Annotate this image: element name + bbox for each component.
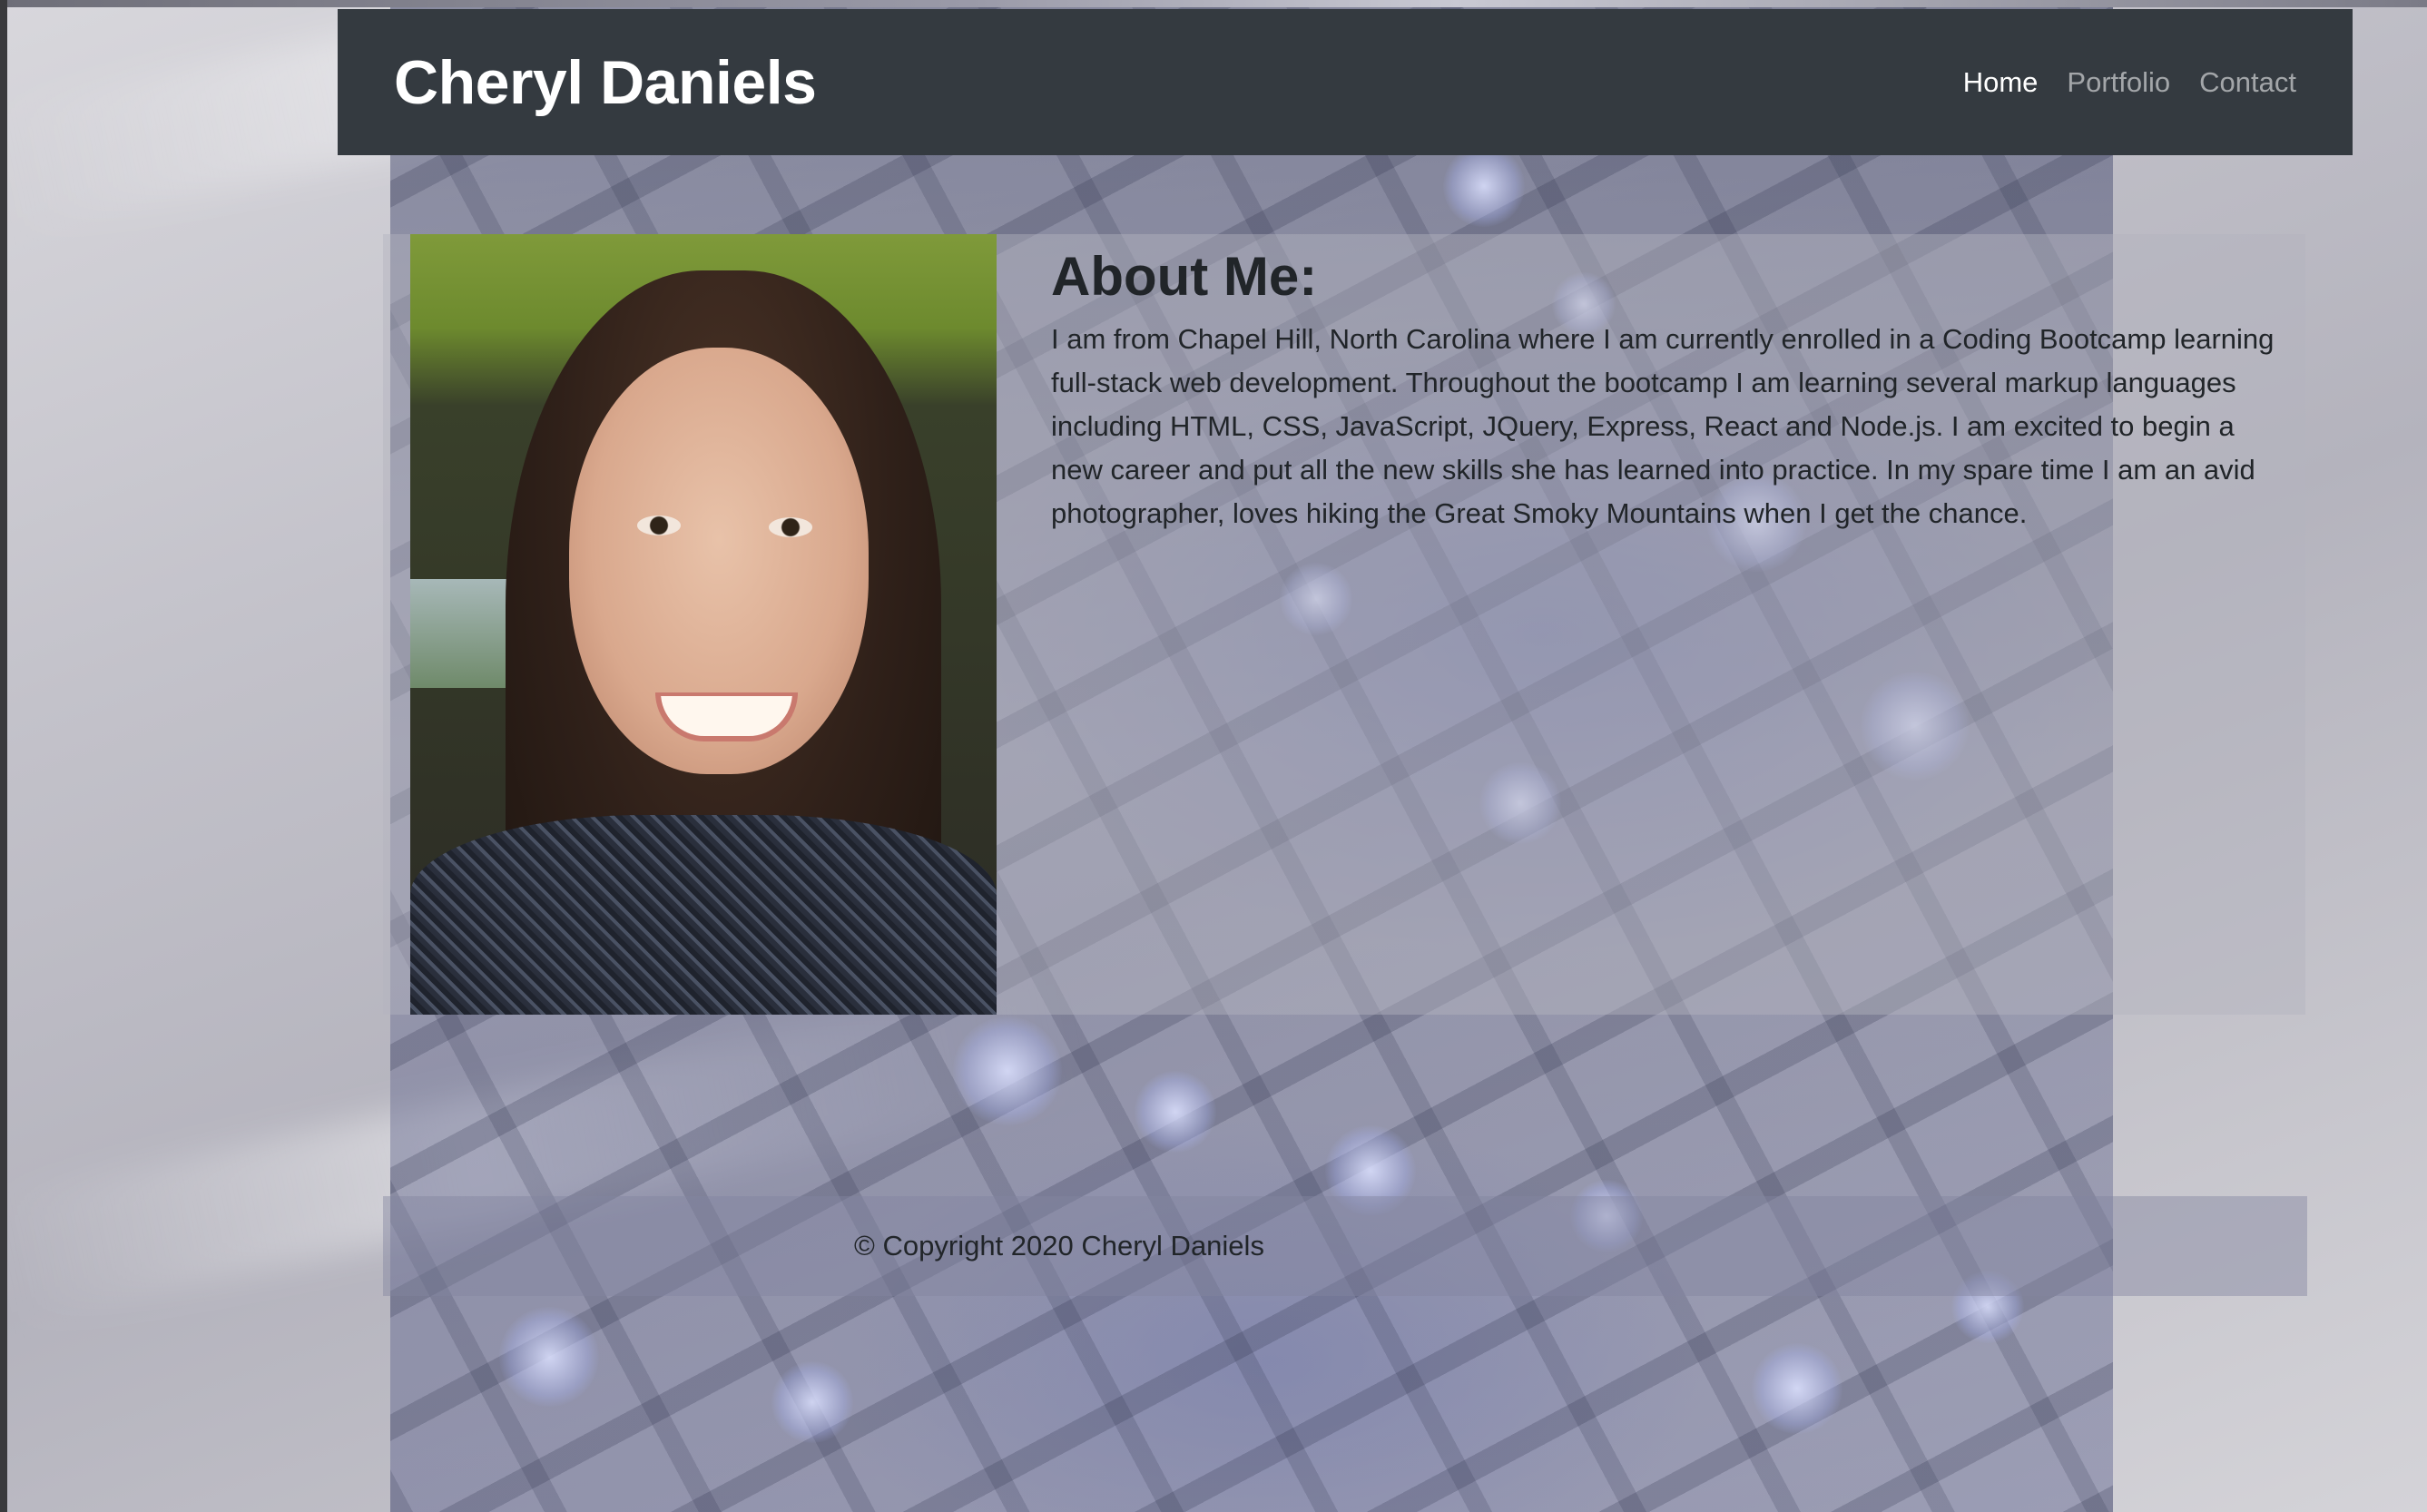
bokeh-light — [1443, 145, 1525, 227]
brand-title[interactable]: Cheryl Daniels — [394, 47, 817, 118]
window-top-edge — [0, 0, 2427, 7]
photo-scarf — [410, 815, 997, 1015]
window-left-edge — [0, 0, 7, 1512]
bokeh-light — [1752, 1343, 1842, 1434]
bokeh-light — [1135, 1071, 1216, 1153]
nav-link-portfolio[interactable]: Portfolio — [2067, 66, 2170, 99]
photo-background-window — [410, 579, 510, 688]
nav-links: Home Portfolio Contact — [1963, 66, 2296, 99]
about-paragraph: I am from Chapel Hill, North Carolina wh… — [1051, 323, 2275, 529]
copyright-text: © Copyright 2020 Cheryl Daniels — [854, 1230, 1264, 1262]
photo-left-eye — [637, 515, 681, 535]
bokeh-light — [771, 1361, 853, 1443]
about-section: About Me: I am from Chapel Hill, North C… — [383, 234, 2305, 1015]
profile-photo — [410, 234, 997, 1015]
footer: © Copyright 2020 Cheryl Daniels — [383, 1196, 2307, 1296]
navbar: Cheryl Daniels Home Portfolio Contact — [338, 9, 2353, 155]
photo-right-eye — [769, 517, 812, 537]
about-title: About Me: — [1051, 246, 1318, 307]
about-text: About Me: I am from Chapel Hill, North C… — [1051, 234, 2285, 535]
bokeh-light — [953, 1016, 1062, 1125]
bokeh-light — [499, 1307, 599, 1407]
nav-link-contact[interactable]: Contact — [2199, 66, 2296, 99]
nav-link-home[interactable]: Home — [1963, 66, 2039, 99]
